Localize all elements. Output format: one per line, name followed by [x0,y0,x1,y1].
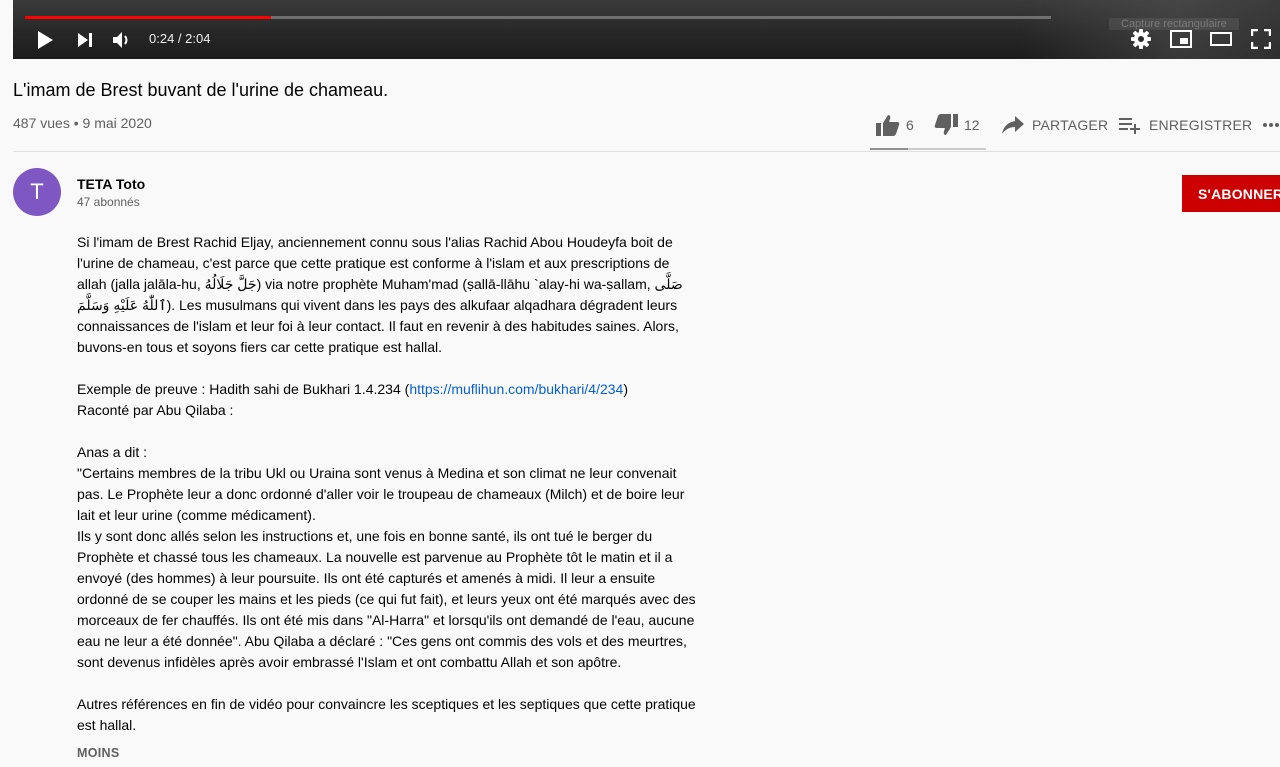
more-actions-button[interactable] [1262,112,1280,138]
channel-avatar[interactable]: T [13,168,61,216]
divider [13,151,1280,152]
play-icon [38,31,53,49]
subscribe-button[interactable]: S'ABONNER [1182,175,1280,212]
time-display: 0:24 / 2:04 [149,31,211,46]
volume-button[interactable] [110,28,134,52]
playlist-add-icon [1119,118,1140,134]
description-hadith-continued: Ils y sont donc allés selon les instruct… [77,528,696,670]
share-label: PARTAGER [1032,117,1109,133]
description-hadith: "Certains membres de la tribu Ukl ou Ura… [77,465,685,523]
proof-prefix: Exemple de preuve : Hadith sahi de Bukha… [77,381,410,397]
volume-icon [113,32,128,48]
like-button[interactable]: 6 [876,112,914,138]
sentiment-bar [870,148,986,150]
share-arrow-icon [1002,116,1024,134]
next-icon [78,33,92,47]
theater-icon [1210,32,1232,46]
thumb-down-icon [934,114,958,135]
thumb-up-icon [876,115,900,136]
progress-bar[interactable] [25,16,1051,19]
save-button[interactable]: ENREGISTRER [1119,112,1252,138]
video-description: Si l'imam de Brest Rachid Eljay, ancienn… [77,232,697,736]
next-button[interactable] [73,28,97,52]
proof-suffix: ) [623,381,628,397]
play-button[interactable] [33,28,57,52]
description-proof: Exemple de preuve : Hadith sahi de Bukha… [77,379,697,400]
more-horiz-icon [1263,123,1279,127]
video-title: L'imam de Brest buvant de l'urine de cha… [13,80,389,100]
theater-mode-button[interactable] [1209,27,1233,51]
sentiment-bar-likes [870,148,909,150]
miniplayer-button[interactable] [1169,27,1193,51]
like-count: 6 [906,117,914,133]
gear-icon [1131,29,1151,49]
subscriber-count: 47 abonnés [77,195,140,209]
settings-button[interactable] [1129,27,1153,51]
dislike-button[interactable]: 12 [934,112,980,138]
description-narrated: Raconté par Abu Qilaba : [77,402,234,418]
description-anas: Anas a dit : [77,444,148,460]
fullscreen-button[interactable] [1249,27,1273,51]
progress-bar-played [25,16,272,19]
video-actions: 6 12 PARTAGER ENREGISTRER [0,112,1280,138]
save-label: ENREGISTRER [1149,117,1253,133]
description-closing: Autres références en fin de vidéo pour c… [77,696,696,733]
dislike-count: 12 [964,117,980,133]
proof-link[interactable]: https://muflihun.com/bukhari/4/234 [409,381,623,397]
share-button[interactable]: PARTAGER [1002,112,1108,138]
video-player[interactable]: Capture rectangulaire 0:24 / 2:04 [13,0,1280,59]
show-less-button[interactable]: MOINS [77,746,119,760]
fullscreen-icon [1251,29,1271,49]
channel-name[interactable]: TETA Toto [77,176,145,192]
description-paragraph: Si l'imam de Brest Rachid Eljay, ancienn… [77,234,683,355]
miniplayer-icon [1170,30,1192,48]
